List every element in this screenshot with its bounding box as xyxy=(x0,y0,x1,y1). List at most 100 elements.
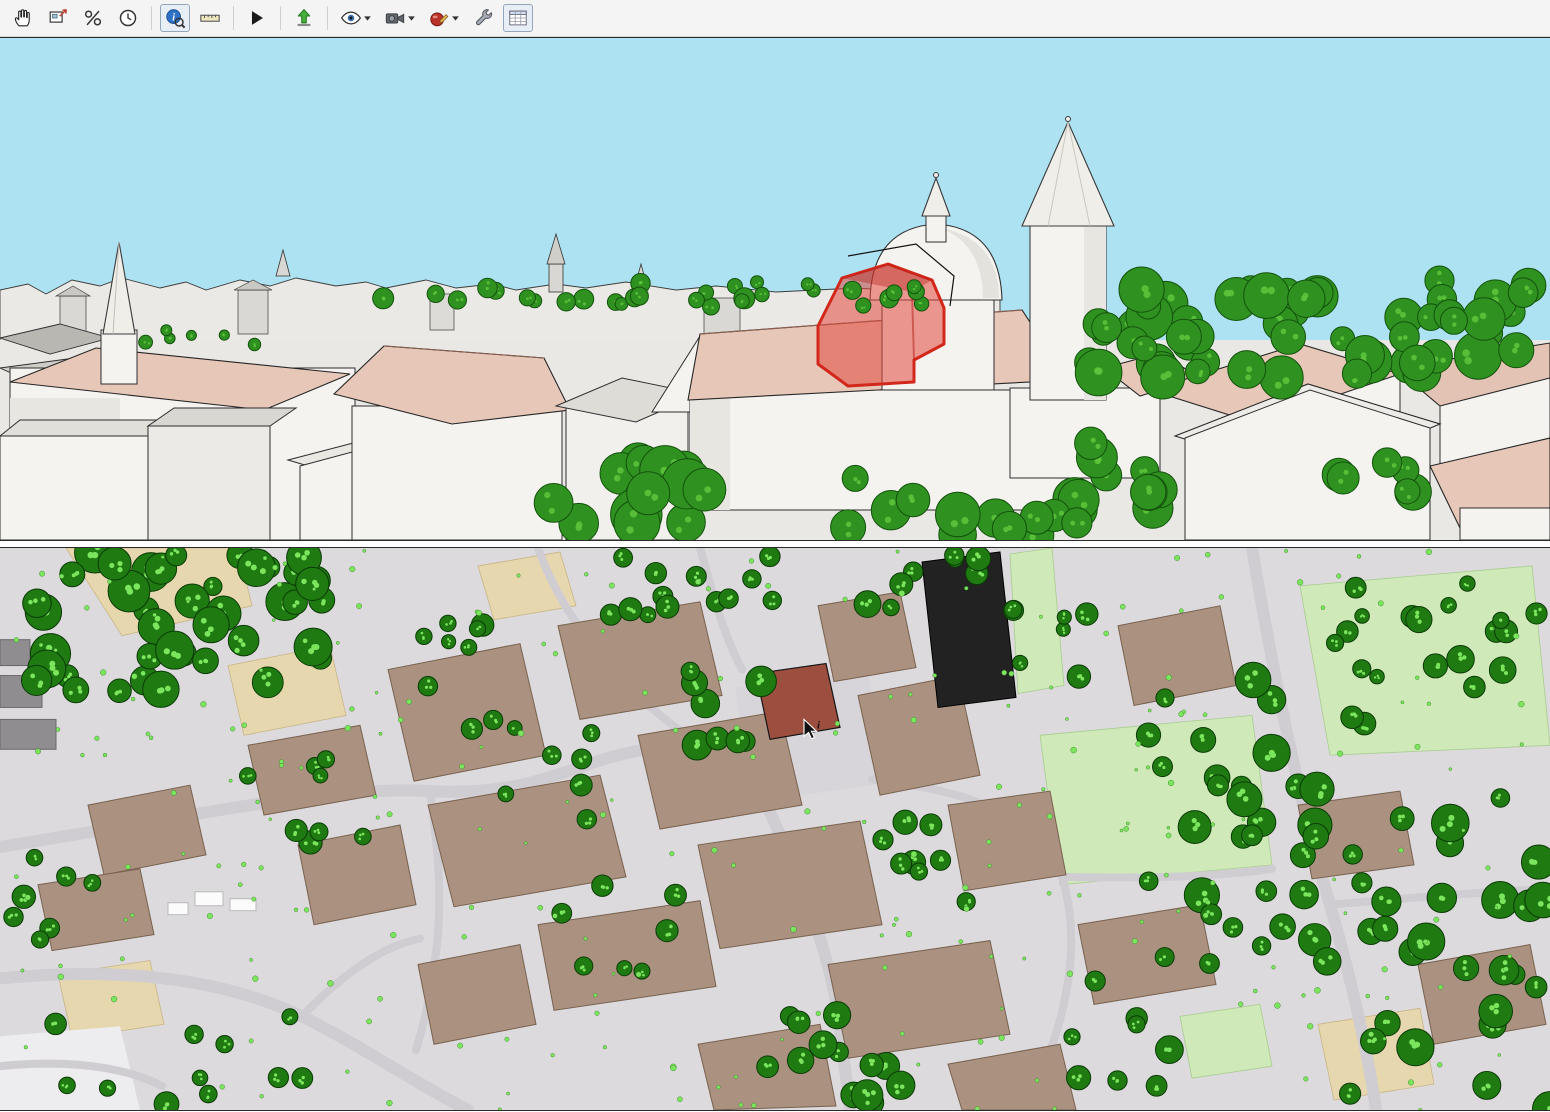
upload-button[interactable] xyxy=(289,4,319,32)
tree-highlight xyxy=(1148,734,1152,738)
tree-highlight xyxy=(1163,697,1166,700)
tree-highlight xyxy=(629,608,633,612)
tree-highlight xyxy=(313,841,317,845)
measure-tool-button[interactable] xyxy=(195,4,225,32)
tree-highlight xyxy=(591,731,594,734)
tree-highlight xyxy=(190,335,192,337)
tree-highlight xyxy=(1349,854,1352,857)
tree-highlight xyxy=(1385,457,1390,462)
tree-highlight xyxy=(144,341,146,343)
tree-speckle xyxy=(149,736,153,740)
tree-highlight xyxy=(199,660,203,664)
tree-highlight xyxy=(359,834,362,837)
tree-speckle xyxy=(739,1103,743,1107)
tree-highlight xyxy=(1231,926,1234,929)
tree-speckle xyxy=(593,993,597,997)
tree-highlight xyxy=(907,816,911,820)
tree-highlight xyxy=(1318,959,1322,963)
tree-highlight xyxy=(1273,698,1278,703)
dropdown-caret-icon[interactable] xyxy=(364,16,371,21)
tree-highlight xyxy=(266,682,271,687)
tree-highlight xyxy=(115,692,119,696)
tree-speckle xyxy=(312,587,315,590)
tree-highlight xyxy=(1512,348,1518,354)
pan-tool-button[interactable] xyxy=(8,4,38,32)
tree-highlight xyxy=(765,1064,768,1067)
tree-highlight xyxy=(175,653,181,659)
camera-menu-button[interactable] xyxy=(380,4,419,32)
tree xyxy=(1372,448,1401,477)
tree-highlight xyxy=(1071,1034,1074,1037)
play-button[interactable] xyxy=(242,4,272,32)
tree-highlight xyxy=(1301,296,1307,302)
tree-highlight xyxy=(1159,958,1162,961)
tree-highlight xyxy=(892,291,895,294)
tree-highlight xyxy=(447,638,449,640)
tree-highlight xyxy=(141,671,146,676)
clock-button[interactable] xyxy=(113,4,143,32)
tree-highlight xyxy=(314,761,317,764)
tree-highlight xyxy=(580,759,583,762)
3d-scene-view[interactable] xyxy=(0,37,1550,541)
tree-speckle xyxy=(398,717,403,722)
tree-speckle xyxy=(1035,1079,1039,1083)
tree-speckle xyxy=(551,1054,555,1058)
orbit-tool-button[interactable] xyxy=(78,4,108,32)
dropdown-caret-icon[interactable] xyxy=(452,16,459,21)
tree-highlight xyxy=(1080,521,1085,526)
tree-speckle xyxy=(1419,1108,1422,1110)
tree xyxy=(534,484,573,523)
tree-highlight xyxy=(880,837,883,840)
tree-speckle xyxy=(1042,788,1046,792)
zoom-extent-button[interactable] xyxy=(43,4,73,32)
table-icon xyxy=(507,7,529,29)
tree xyxy=(1440,307,1467,334)
tree-highlight xyxy=(1465,972,1469,976)
building-wall xyxy=(352,406,562,540)
table-view-button[interactable] xyxy=(503,4,533,32)
tree-speckle xyxy=(259,668,263,672)
tree-highlight xyxy=(1395,308,1401,314)
tree-highlight xyxy=(176,550,179,553)
settings-tools-button[interactable] xyxy=(468,4,498,32)
tree-highlight xyxy=(448,643,450,645)
tree-highlight xyxy=(30,674,35,679)
2d-map-view[interactable]: i xyxy=(0,547,1550,1111)
gray-building xyxy=(0,640,30,666)
tree-highlight xyxy=(157,688,163,694)
tree xyxy=(98,548,131,580)
tree-highlight xyxy=(759,678,764,683)
tree-speckle xyxy=(999,1035,1005,1041)
tree-highlight xyxy=(8,916,11,919)
tree-speckle xyxy=(250,958,253,961)
identify-tool-button[interactable]: i xyxy=(160,4,190,32)
tree-speckle xyxy=(601,629,605,633)
tree-speckle xyxy=(1168,780,1174,786)
tree-highlight xyxy=(921,870,924,873)
dropdown-caret-icon[interactable] xyxy=(408,16,415,21)
tree-highlight xyxy=(1210,912,1213,915)
orbit-icon xyxy=(82,7,104,29)
visibility-menu-button[interactable] xyxy=(336,4,375,32)
tree-highlight xyxy=(1462,349,1470,357)
tree-speckle xyxy=(911,717,917,723)
tree-speckle xyxy=(906,931,912,937)
tree-highlight xyxy=(918,302,920,304)
tree-highlight xyxy=(730,595,733,598)
tree-speckle xyxy=(988,864,992,868)
tree-highlight xyxy=(1219,785,1222,788)
tree-highlight xyxy=(1351,852,1354,855)
tree-speckle xyxy=(1495,906,1498,909)
tree-highlight xyxy=(1307,930,1312,935)
tree-speckle xyxy=(612,972,615,975)
tree-speckle xyxy=(1357,554,1361,558)
tree-highlight xyxy=(35,858,38,861)
tree-highlight xyxy=(1312,937,1317,942)
tree-highlight xyxy=(266,672,271,677)
tree-highlight xyxy=(900,1084,905,1089)
tree-highlight xyxy=(1496,796,1499,799)
globe-tools-menu-button[interactable] xyxy=(424,4,463,32)
tree-highlight xyxy=(584,755,587,758)
tree-highlight xyxy=(846,288,849,291)
tree-highlight xyxy=(327,756,330,759)
